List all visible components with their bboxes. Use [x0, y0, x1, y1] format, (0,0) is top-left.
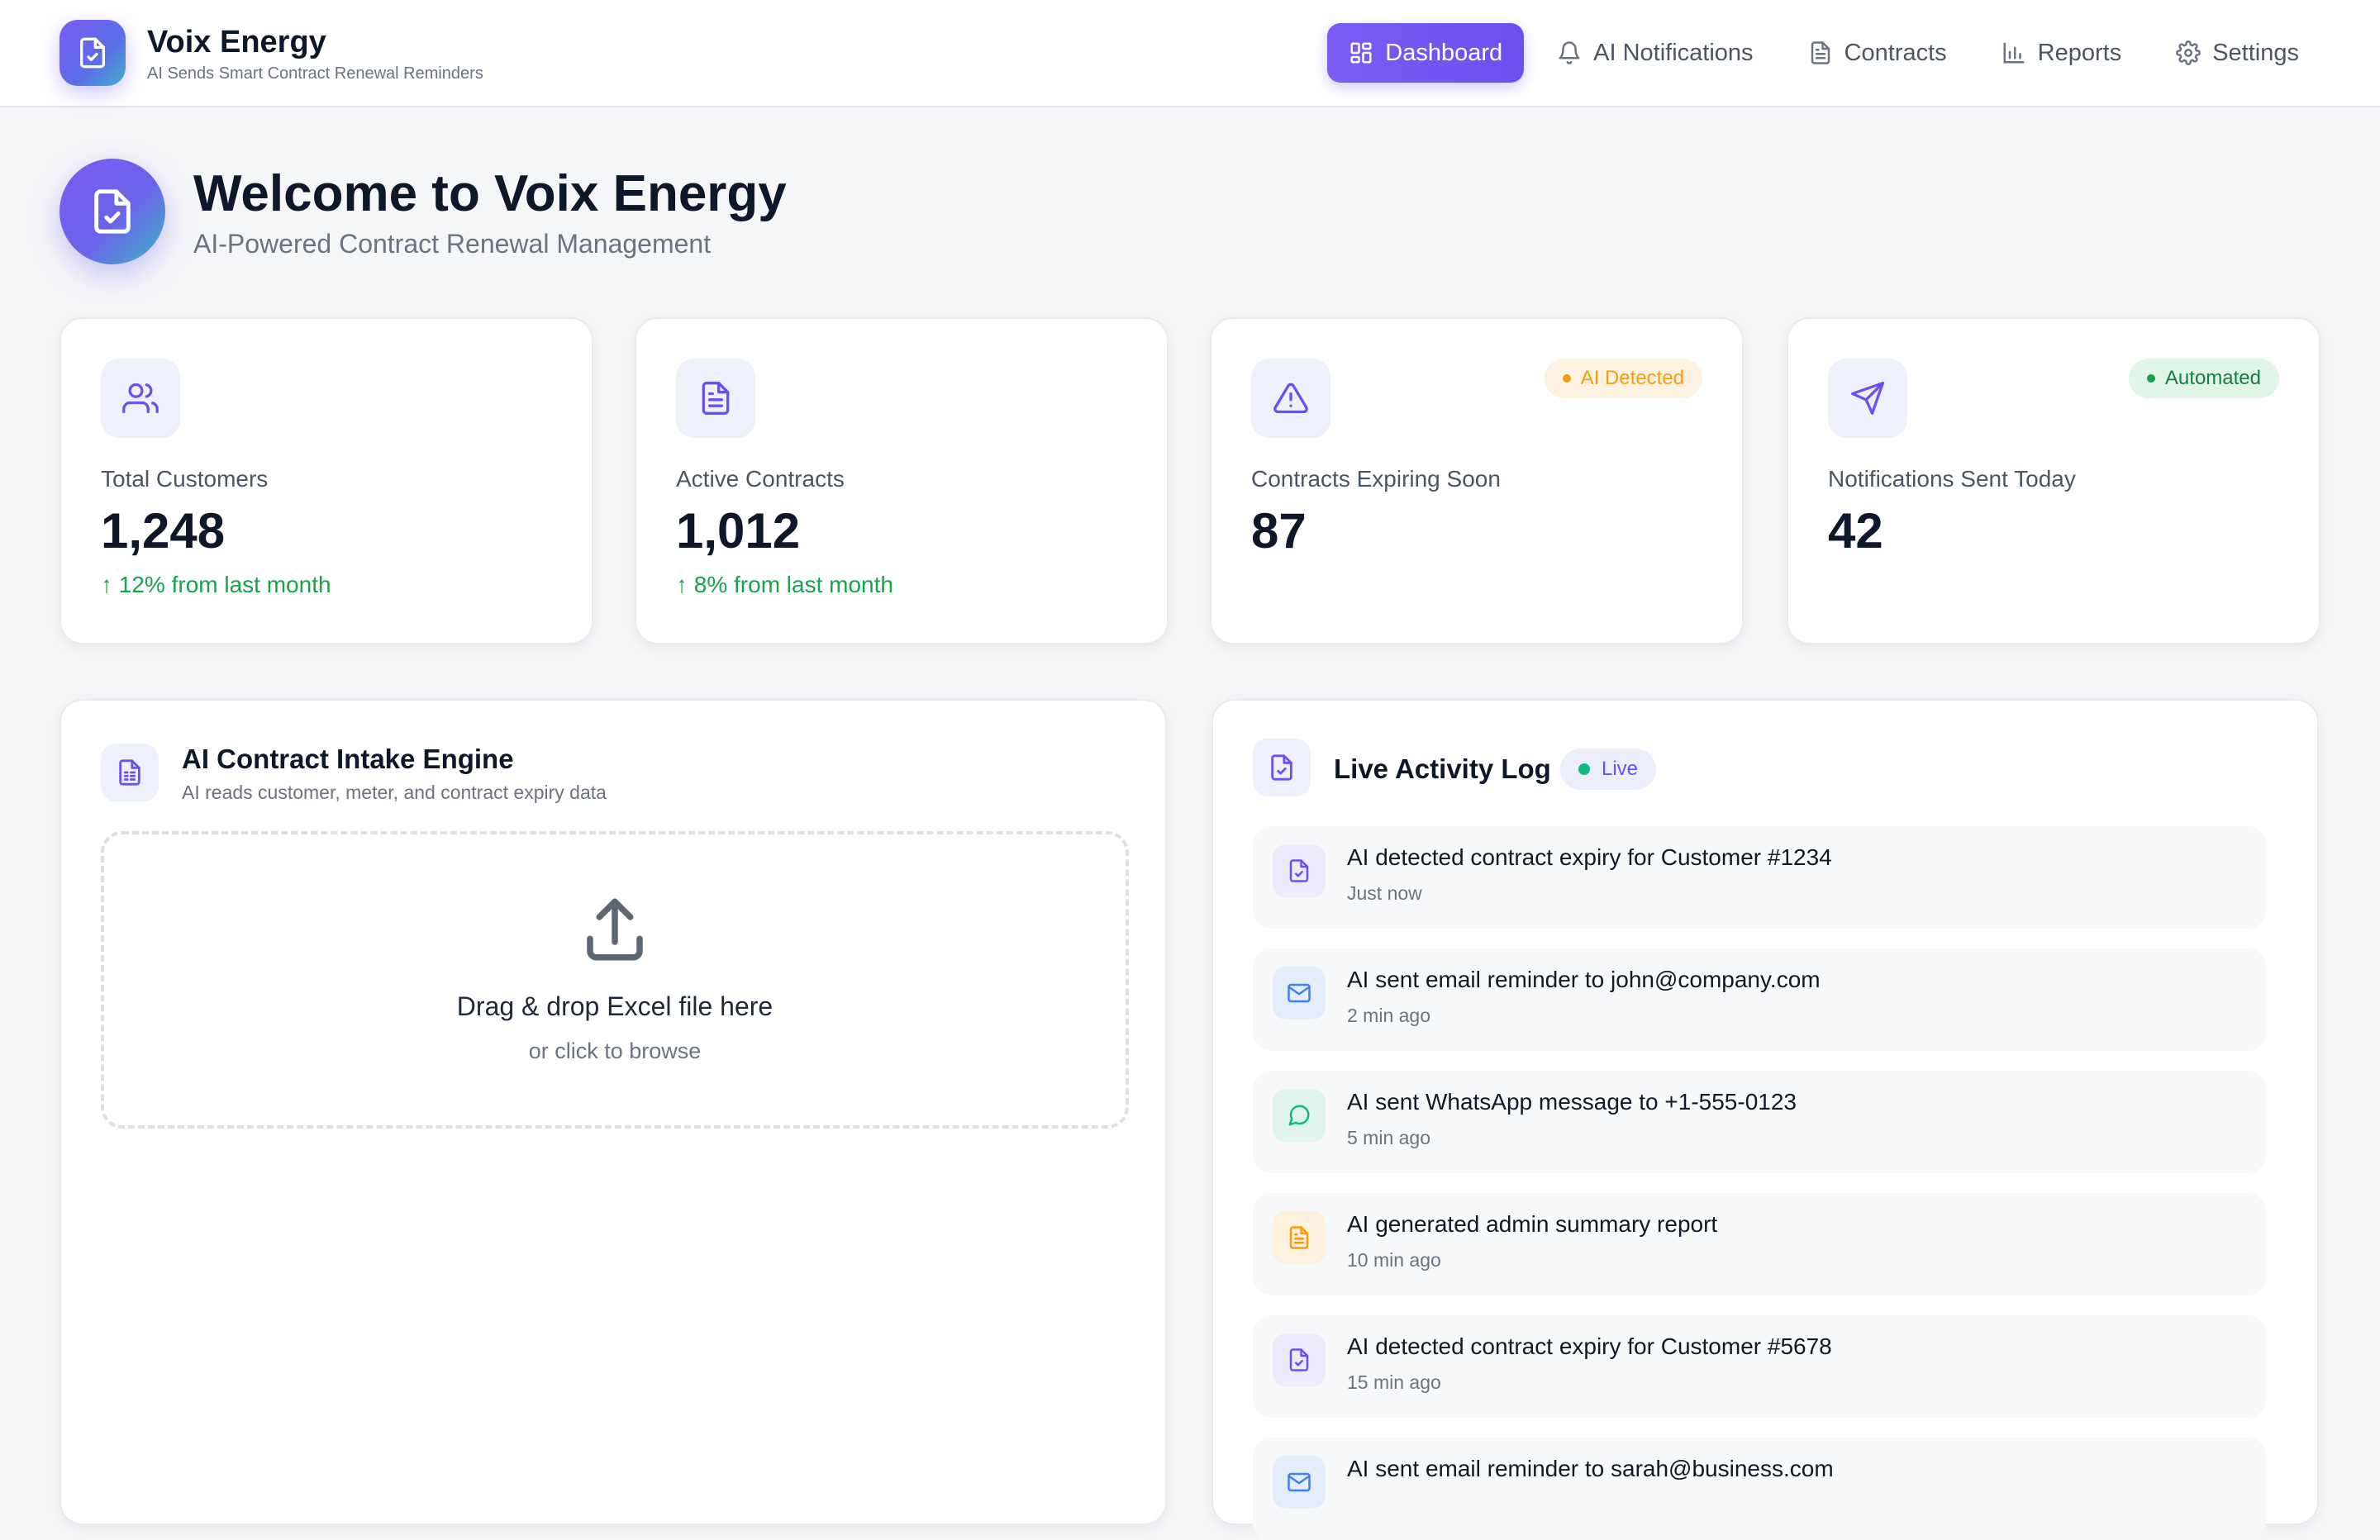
live-activity-log-panel: Live Activity Log Live AI detected contr… [1211, 699, 2319, 1540]
users-icon [101, 359, 180, 438]
stat-value: 1,012 [676, 503, 801, 558]
activity-text: AI detected contract expiry for Customer… [1347, 1333, 1832, 1359]
activity-text: AI sent email reminder to john@company.c… [1347, 967, 1821, 992]
stat-card-total-customers[interactable]: Total Customers 1,248 ↑ 12% from last mo… [60, 317, 593, 644]
panel-title: AI Contract Intake Engine [182, 744, 514, 774]
badge-label: Live [1602, 758, 1639, 780]
main-nav: Dashboard AI Notifications Contracts Rep… [1316, 23, 2320, 83]
mail-icon [1273, 1456, 1326, 1509]
stat-label: Contracts Expiring Soon [1251, 466, 1501, 492]
browse-link[interactable]: or click to browse [529, 1039, 702, 1064]
list-item[interactable]: AI detected contract expiry for Customer… [1253, 826, 2266, 929]
live-dot [1578, 763, 1590, 775]
nav-settings[interactable]: Settings [2154, 23, 2320, 83]
dashboard-icon [1350, 42, 1372, 64]
status-dot [1562, 374, 1571, 383]
stat-label: Notifications Sent Today [1828, 466, 2076, 492]
nav-contracts[interactable]: Contracts [1787, 23, 1968, 83]
badge-label: AI Detected [1580, 367, 1684, 389]
warning-icon [1251, 359, 1330, 438]
panel-title: Live Activity Log [1334, 753, 1551, 784]
contract-intake-panel: AI Contract Intake Engine AI reads custo… [60, 699, 1167, 1525]
page-title: Welcome to Voix Energy [193, 164, 787, 222]
stat-value: 1,248 [101, 503, 226, 558]
stat-card-active-contracts[interactable]: Active Contracts 1,012 ↑ 8% from last mo… [635, 317, 1169, 644]
activity-time: 2 min ago [1347, 1005, 1431, 1026]
report-icon [1273, 1211, 1326, 1264]
file-check-icon [1253, 739, 1311, 796]
stat-card-notifications-sent[interactable]: Automated Notifications Sent Today 42 [1787, 317, 2320, 644]
document-icon [1811, 41, 1830, 64]
status-dot [2146, 374, 2155, 383]
activity-time: 5 min ago [1347, 1127, 1431, 1148]
live-badge: Live [1560, 749, 1657, 790]
nav-contracts-label: Contracts [1844, 39, 1947, 66]
file-check-icon [60, 159, 165, 264]
stat-value: 87 [1251, 503, 1307, 558]
top-navigation-bar: Voix Energy AI Sends Smart Contract Rene… [0, 0, 2380, 107]
upload-icon [587, 898, 643, 961]
activity-text: AI sent email reminder to sarah@business… [1347, 1456, 1834, 1481]
chat-icon [1273, 1089, 1326, 1142]
nav-reports[interactable]: Reports [1980, 23, 2144, 83]
stats-row: Total Customers 1,248 ↑ 12% from last mo… [60, 317, 2320, 644]
badge-label: Automated [2164, 367, 2261, 389]
gear-icon [2176, 40, 2202, 65]
nav-settings-label: Settings [2212, 39, 2299, 66]
stat-trend: ↑ 12% from last month [101, 572, 331, 597]
page-subtitle: AI-Powered Contract Renewal Management [193, 228, 712, 259]
list-item[interactable]: AI sent email reminder to sarah@business… [1253, 1438, 2266, 1540]
file-check-icon [1273, 844, 1326, 897]
ai-detected-badge: AI Detected [1544, 359, 1702, 398]
file-dropzone[interactable]: Drag & drop Excel file here or click to … [101, 831, 1129, 1129]
automated-badge: Automated [2128, 359, 2279, 398]
nav-dashboard-label: Dashboard [1385, 39, 1503, 66]
dropzone-instruction: Drag & drop Excel file here [456, 991, 774, 1021]
activity-time: 10 min ago [1347, 1249, 1441, 1271]
stat-card-expiring-soon[interactable]: AI Detected Contracts Expiring Soon 87 [1210, 317, 1744, 644]
document-icon [676, 359, 755, 438]
spreadsheet-icon [101, 744, 159, 801]
list-item[interactable]: AI sent email reminder to john@company.c… [1253, 948, 2266, 1051]
brand[interactable]: Voix Energy AI Sends Smart Contract Rene… [60, 20, 483, 86]
send-icon [1828, 359, 1907, 438]
stat-value: 42 [1828, 503, 1883, 558]
list-item[interactable]: AI sent WhatsApp message to +1-555-0123 … [1253, 1071, 2266, 1173]
activity-time: 15 min ago [1347, 1371, 1441, 1393]
nav-reports-label: Reports [2037, 39, 2122, 66]
file-check-icon [1273, 1333, 1326, 1386]
list-item[interactable]: AI detected contract expiry for Customer… [1253, 1315, 2266, 1418]
brand-name: Voix Energy [147, 24, 326, 59]
panel-subtitle: AI reads customer, meter, and contract e… [182, 782, 607, 803]
activity-time: Just now [1347, 882, 1422, 904]
file-check-icon [60, 20, 126, 86]
welcome-banner: Welcome to Voix Energy AI-Powered Contra… [60, 159, 787, 264]
bar-chart-icon [2003, 42, 2025, 64]
stat-trend: ↑ 8% from last month [676, 572, 893, 597]
nav-ai-notifications-label: AI Notifications [1593, 39, 1754, 66]
bell-icon [1559, 41, 1580, 64]
list-item[interactable]: AI generated admin summary report 10 min… [1253, 1193, 2266, 1295]
activity-text: AI detected contract expiry for Customer… [1347, 844, 1832, 870]
activity-text: AI generated admin summary report [1347, 1211, 1718, 1237]
activity-text: AI sent WhatsApp message to +1-555-0123 [1347, 1089, 1797, 1115]
stat-label: Active Contracts [676, 466, 845, 492]
nav-dashboard[interactable]: Dashboard [1327, 23, 1525, 83]
mail-icon [1273, 967, 1326, 1020]
brand-tagline: AI Sends Smart Contract Renewal Reminder… [147, 64, 483, 83]
nav-ai-notifications[interactable]: AI Notifications [1535, 23, 1774, 83]
stat-label: Total Customers [101, 466, 269, 492]
